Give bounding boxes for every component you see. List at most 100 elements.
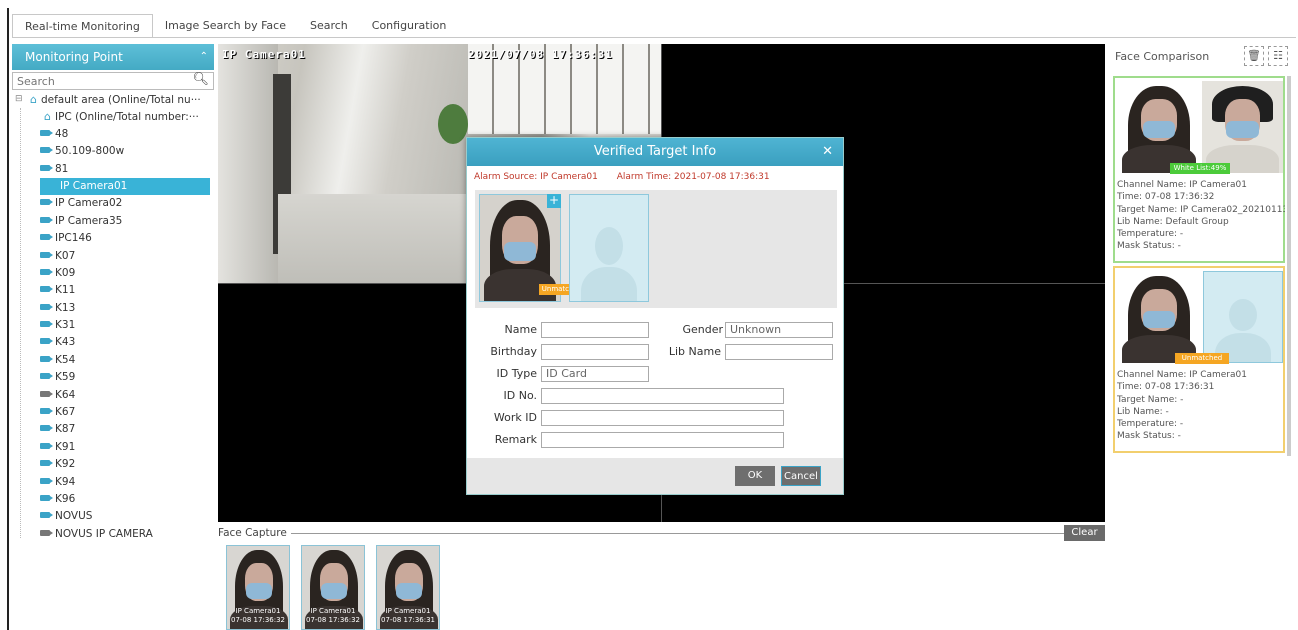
- tree-camera-item[interactable]: K09: [12, 265, 214, 282]
- captured-face-image: [1118, 81, 1200, 173]
- comparison-card-matched[interactable]: White List:49% Channel Name: IP Camera01…: [1113, 76, 1285, 263]
- remark-field[interactable]: [541, 432, 784, 448]
- card-mask-status: Mask Status: -: [1117, 241, 1181, 252]
- face-comparison-title: Face Comparison: [1115, 50, 1210, 63]
- search-icon[interactable]: 🔍︎: [192, 72, 209, 87]
- tree-camera-item[interactable]: K92: [12, 456, 214, 473]
- tab-configuration[interactable]: Configuration: [360, 14, 459, 38]
- camera-label: IP Camera01: [60, 179, 128, 192]
- plus-icon[interactable]: +: [547, 194, 561, 208]
- lib-name-field[interactable]: [725, 344, 833, 360]
- tree-camera-item[interactable]: IP Camera02: [12, 195, 214, 212]
- remark-label: Remark: [494, 433, 537, 446]
- camera-icon: [40, 164, 53, 171]
- captured-face-image: [1118, 271, 1200, 363]
- osd-timestamp: 2021/07/08 17:36:31: [468, 48, 613, 61]
- trash-icon[interactable]: 🗑︎: [1244, 46, 1264, 66]
- comparison-card-unmatched[interactable]: Unmatched Channel Name: IP Camera01 Time…: [1113, 266, 1285, 453]
- name-label: Name: [504, 323, 537, 336]
- library-face-image: [1202, 81, 1283, 173]
- camera-icon: [40, 408, 53, 415]
- camera-icon: [40, 512, 53, 519]
- tree-camera-item[interactable]: K59: [12, 369, 214, 386]
- tree-camera-item[interactable]: K94: [12, 474, 214, 491]
- face-capture-label: Face Capture: [218, 527, 291, 539]
- camera-icon: [40, 251, 53, 258]
- camera-label: IP Camera02: [55, 197, 123, 210]
- dialog-footer: OK Cancel: [467, 458, 843, 494]
- tree-camera-item[interactable]: IP Camera35: [12, 213, 214, 230]
- home-icon: ⌂: [44, 110, 51, 124]
- camera-icon: [40, 529, 53, 536]
- capture-thumbnail[interactable]: IP Camera01 07-08 17:36:32: [226, 545, 290, 630]
- monitoring-point-title: Monitoring Point: [25, 50, 123, 64]
- alarm-info: Alarm Source: IP Camera01 Alarm Time: 20…: [474, 172, 786, 182]
- tree-camera-item[interactable]: K13: [12, 300, 214, 317]
- tree-group-ipc[interactable]: ⌂ IPC (Online/Total number:···: [12, 108, 214, 125]
- dialog-image-area: Unmatched +: [475, 190, 837, 308]
- comparison-scrollbar[interactable]: [1287, 76, 1291, 456]
- camera-label: K11: [55, 284, 76, 297]
- dialog-header: Verified Target Info ✕: [467, 138, 843, 166]
- camera-icon: [40, 425, 53, 432]
- name-field[interactable]: [541, 322, 649, 338]
- ok-button[interactable]: OK: [735, 466, 775, 486]
- tree-camera-item[interactable]: K11: [12, 282, 214, 299]
- unknown-person-placeholder: [1203, 271, 1283, 363]
- tree-camera-item[interactable]: K31: [12, 317, 214, 334]
- tree-camera-item[interactable]: K64: [12, 387, 214, 404]
- tree-camera-item[interactable]: IPC146: [12, 230, 214, 247]
- card-time: Time: 07-08 17:36:31: [1117, 382, 1215, 393]
- card-temperature: Temperature: -: [1117, 419, 1184, 430]
- gender-label: Gender: [682, 323, 723, 336]
- camera-label: 50.109-800w: [55, 145, 125, 158]
- tree-area-default[interactable]: ⊟ ⌂ default area (Online/Total nu···: [12, 91, 214, 108]
- camera-label: 48: [55, 127, 69, 140]
- camera-icon: [40, 442, 53, 449]
- tree-camera-item[interactable]: K91: [12, 439, 214, 456]
- tree-camera-item[interactable]: 50.109-800w: [12, 143, 214, 160]
- camera-label: NOVUS IP CAMERA: [55, 527, 153, 540]
- comparison-toolbar: 🗑︎ ☷: [1244, 46, 1288, 66]
- id-no-field[interactable]: [541, 388, 784, 404]
- id-no-label: ID No.: [503, 389, 537, 402]
- tree-camera-item[interactable]: K67: [12, 404, 214, 421]
- card-time: Time: 07-08 17:36:32: [1117, 192, 1215, 203]
- cancel-button[interactable]: Cancel: [781, 466, 821, 486]
- tree-camera-item[interactable]: NOVUS: [12, 508, 214, 525]
- device-tree: ⊟ ⌂ default area (Online/Total nu··· ⌂ IPC…: [12, 91, 214, 543]
- card-target: Target Name: IP Camera02_20210113(: [1117, 204, 1285, 215]
- id-type-field[interactable]: ID Card: [541, 366, 649, 382]
- capture-thumbnail[interactable]: IP Camera01 07-08 17:36:31: [376, 545, 440, 630]
- tree-camera-item[interactable]: 48: [12, 126, 214, 143]
- unmatched-badge: Unmatched: [1175, 353, 1229, 364]
- search-input[interactable]: [13, 73, 213, 89]
- clear-all-button[interactable]: Clear All: [1064, 525, 1105, 554]
- tree-camera-item[interactable]: K54: [12, 352, 214, 369]
- camera-icon: [40, 216, 53, 223]
- grid-icon[interactable]: ☷: [1268, 46, 1288, 66]
- tree-camera-item[interactable]: K96: [12, 491, 214, 508]
- tree-camera-item[interactable]: IP Camera01: [40, 177, 210, 196]
- tree-camera-item[interactable]: K07: [12, 248, 214, 265]
- tree-camera-item[interactable]: K87: [12, 421, 214, 438]
- tree-camera-item[interactable]: K43: [12, 334, 214, 351]
- home-icon: ⌂: [30, 93, 37, 106]
- capture-thumbnail[interactable]: IP Camera01 07-08 17:36:32: [301, 545, 365, 630]
- tree-camera-item[interactable]: NOVUS IP CAMERA: [12, 526, 214, 543]
- collapse-icon[interactable]: ⌃: [200, 44, 208, 70]
- work-id-field[interactable]: [541, 410, 784, 426]
- camera-icon: [40, 494, 53, 501]
- window-left-edge: [7, 8, 9, 630]
- camera-label: K59: [55, 371, 76, 384]
- tab-image-search-by-face[interactable]: Image Search by Face: [153, 14, 298, 38]
- tree-guide-line: [20, 108, 21, 538]
- tab-search[interactable]: Search: [298, 14, 360, 38]
- thumbnail-channel: IP Camera01: [385, 607, 431, 615]
- close-icon[interactable]: ✕: [822, 138, 833, 166]
- expand-toggle-icon[interactable]: ⊟: [15, 91, 23, 108]
- birthday-field[interactable]: [541, 344, 649, 360]
- tree-camera-item[interactable]: 81: [12, 161, 214, 178]
- tab-real-time-monitoring[interactable]: Real-time Monitoring: [12, 14, 153, 38]
- gender-field[interactable]: Unknown: [725, 322, 833, 338]
